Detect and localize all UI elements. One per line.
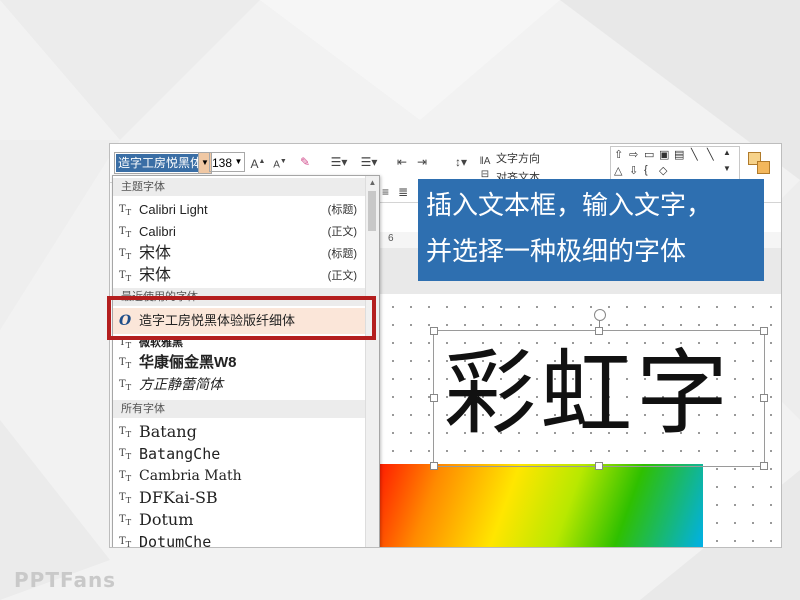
- theme-fonts-header: 主题字体: [113, 178, 365, 196]
- font-option[interactable]: TT Batang: [113, 421, 365, 443]
- resize-handle[interactable]: [595, 327, 603, 335]
- grow-font-button[interactable]: A▲: [250, 152, 266, 172]
- line-spacing-icon[interactable]: ↕▾: [450, 152, 472, 172]
- rainbow-gradient-shape[interactable]: [378, 464, 703, 547]
- truetype-icon: TT: [119, 536, 132, 547]
- resize-handle[interactable]: [430, 327, 438, 335]
- font-option[interactable]: TT Calibri Light (标题): [113, 199, 365, 221]
- watermark-logo: PPTFans: [14, 568, 117, 592]
- callout-line-2: 并选择一种极细的字体: [426, 237, 687, 267]
- truetype-icon: TT: [119, 357, 132, 370]
- brace-shape-icon[interactable]: {: [644, 164, 648, 176]
- resize-handle[interactable]: [760, 394, 768, 402]
- chevron-up-icon[interactable]: ▲: [366, 176, 379, 190]
- truetype-icon: TT: [119, 470, 132, 483]
- truetype-icon: TT: [119, 426, 132, 439]
- chevron-up-icon[interactable]: ▲: [723, 148, 731, 157]
- font-option[interactable]: TT Dotum: [113, 509, 365, 531]
- instruction-callout: 插入文本框，输入文字， 并选择一种极细的字体: [418, 179, 764, 281]
- truetype-icon: TT: [119, 226, 132, 239]
- resize-handle[interactable]: [760, 462, 768, 470]
- font-size-combo[interactable]: 138 ▼: [209, 152, 245, 172]
- font-option[interactable]: TT 华康俪金黑W8: [113, 352, 365, 374]
- callout-line-1: 插入文本框，输入文字，: [426, 191, 713, 221]
- rectangle-shape-icon[interactable]: ▭: [644, 148, 654, 161]
- font-size-value[interactable]: 138: [212, 156, 232, 170]
- font-option[interactable]: TT 宋体 (标题): [113, 243, 365, 265]
- truetype-icon: TT: [119, 248, 132, 261]
- shapes-gallery[interactable]: ⇧ ⇨ ▭ ▣ ▤ ╲ ╲ ▲ △ ⇩ { ◇ ▼: [610, 146, 740, 182]
- chevron-down-icon[interactable]: ▼: [233, 153, 244, 171]
- truetype-icon: TT: [119, 514, 132, 527]
- triangle-shape-icon[interactable]: △: [614, 164, 622, 177]
- selected-textbox[interactable]: 彩虹字: [430, 309, 768, 470]
- truetype-icon: TT: [119, 379, 132, 392]
- align-center-icon[interactable]: ≣: [398, 182, 408, 202]
- font-option[interactable]: TT DFKai-SB: [113, 487, 365, 509]
- font-option[interactable]: TT 方正静蕾简体: [113, 374, 365, 396]
- truetype-icon: TT: [119, 492, 132, 505]
- font-option[interactable]: TT 宋体 (正文): [113, 265, 365, 287]
- line-shape-icon[interactable]: ╲: [691, 148, 698, 161]
- font-option[interactable]: TT BatangChe: [113, 443, 365, 465]
- arrange-icon[interactable]: [746, 150, 772, 176]
- line-shape-icon[interactable]: ╲: [707, 148, 714, 161]
- resize-handle[interactable]: [430, 462, 438, 470]
- align-left-icon[interactable]: ≡: [382, 182, 389, 202]
- resize-handle[interactable]: [760, 327, 768, 335]
- increase-indent-icon[interactable]: ⇥: [414, 152, 430, 172]
- clear-format-icon[interactable]: ✎: [296, 152, 314, 172]
- diamond-shape-icon[interactable]: ◇: [659, 164, 667, 177]
- arrow-right-shape-icon[interactable]: ⇨: [629, 148, 638, 161]
- scrollbar-thumb[interactable]: [368, 191, 376, 231]
- highlight-frame: [107, 296, 376, 340]
- ruler-mark: 6: [388, 233, 394, 244]
- text-shape-icon[interactable]: ▤: [674, 148, 684, 161]
- resize-handle[interactable]: [595, 462, 603, 470]
- slide-text[interactable]: 彩虹字: [444, 339, 732, 449]
- truetype-icon: TT: [119, 204, 132, 217]
- font-option[interactable]: TT Cambria Math: [113, 465, 365, 487]
- shrink-font-button[interactable]: A▼: [272, 152, 288, 172]
- resize-handle[interactable]: [430, 394, 438, 402]
- dropdown-scrollbar[interactable]: ▲: [365, 176, 379, 547]
- arrow-up-shape-icon[interactable]: ⇧: [614, 148, 623, 161]
- all-fonts-header: 所有字体: [113, 400, 365, 418]
- decrease-indent-icon[interactable]: ⇤: [394, 152, 410, 172]
- text-direction-button[interactable]: 文字方向: [496, 150, 540, 166]
- font-dropdown-list[interactable]: 主题字体 TT Calibri Light (标题) TT Calibri (正…: [112, 175, 380, 547]
- font-name-combo[interactable]: 造字工房悦黑体 ▼: [114, 152, 212, 174]
- callout-shape-icon[interactable]: ▣: [659, 148, 669, 161]
- rotate-handle-icon[interactable]: [594, 309, 606, 321]
- numbering-icon[interactable]: ☰▾: [356, 152, 382, 172]
- bullets-icon[interactable]: ☰▾: [326, 152, 352, 172]
- font-option[interactable]: TT DotumChe: [113, 531, 365, 547]
- truetype-icon: TT: [119, 448, 132, 461]
- font-name-value[interactable]: 造字工房悦黑体: [116, 154, 205, 172]
- chevron-down-icon[interactable]: ▼: [723, 164, 731, 173]
- font-option[interactable]: TT Calibri (正文): [113, 221, 365, 243]
- truetype-icon: TT: [119, 270, 132, 283]
- arrow-down-shape-icon[interactable]: ⇩: [629, 164, 638, 177]
